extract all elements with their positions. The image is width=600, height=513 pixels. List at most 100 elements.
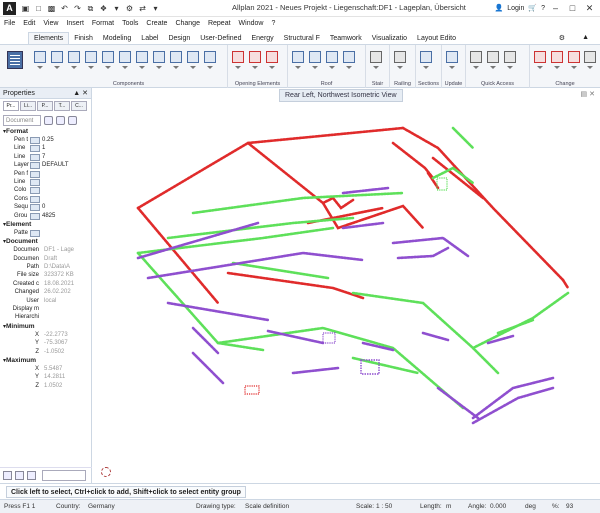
text-icon[interactable] (486, 49, 500, 69)
format-value[interactable]: 0 (40, 203, 91, 211)
footer-select[interactable] (42, 470, 86, 481)
roof-plane-icon[interactable] (325, 49, 339, 69)
palette-dropdown-button[interactable] (4, 47, 26, 85)
document-value[interactable]: 26.02.202 (42, 288, 91, 296)
user-icon[interactable]: 👤 (495, 4, 504, 12)
maximum-row[interactable]: X 5.5487 (0, 365, 91, 373)
ribbon-collapse-icon[interactable]: ▲ (577, 32, 594, 44)
menu-insert[interactable]: Insert (62, 20, 88, 27)
document-value[interactable]: 18.08.2021 (42, 280, 91, 288)
pin-icon[interactable]: ▲ ✕ (73, 89, 88, 97)
filter-icon[interactable] (56, 115, 65, 125)
subtab-project[interactable]: P... (37, 101, 53, 111)
format-value[interactable]: 4825 (40, 212, 91, 220)
minimum-value[interactable]: -75.3067 (42, 339, 91, 347)
tab-teamwork[interactable]: Teamwork (325, 33, 367, 44)
element-row[interactable]: Patte (0, 229, 91, 237)
minimum-row[interactable]: Y -75.3067 (0, 339, 91, 347)
format-row[interactable]: Colo (0, 186, 91, 195)
menu-help[interactable]: ? (267, 20, 279, 27)
menu-tools[interactable]: Tools (118, 20, 142, 27)
recess-icon[interactable] (203, 49, 217, 69)
transfer-icon[interactable] (15, 471, 24, 480)
document-row[interactable]: Created c 18.08.2021 (0, 280, 91, 288)
section-minimum[interactable]: Minimum (0, 322, 91, 331)
new-icon[interactable]: □ (33, 3, 44, 14)
menu-format[interactable]: Format (88, 20, 118, 27)
minimum-value[interactable]: -22.2773 (42, 331, 91, 339)
tab-layout-editor[interactable]: Layout Edito (412, 33, 461, 44)
strip-footing-icon[interactable] (118, 49, 132, 69)
column-icon[interactable] (67, 49, 81, 69)
tab-user-defined[interactable]: User-Defined (195, 33, 246, 44)
document-value[interactable]: DF1 - Lage (42, 246, 91, 254)
stretch-icon[interactable] (550, 49, 564, 69)
chimney-icon[interactable] (186, 49, 200, 69)
format-row[interactable]: Line 7 (0, 153, 91, 161)
format-value[interactable] (40, 170, 91, 178)
format-row[interactable]: Cons (0, 195, 91, 203)
section-document[interactable]: Document (0, 237, 91, 246)
document-row[interactable]: Display m (0, 305, 91, 313)
save-icon[interactable]: ▩ (46, 3, 57, 14)
format-value[interactable]: 1 (40, 144, 91, 152)
delete-icon[interactable] (567, 49, 581, 69)
modify-icon[interactable] (533, 49, 547, 69)
menu-file[interactable]: File (0, 20, 19, 27)
wall-icon[interactable] (33, 49, 47, 69)
maximum-row[interactable]: Z 1.0502 (0, 382, 91, 390)
format-value[interactable] (40, 195, 91, 203)
maximum-value[interactable]: 14.2811 (42, 373, 91, 381)
tab-structural[interactable]: Structural F (279, 33, 325, 44)
convert-icon[interactable]: ⇄ (137, 3, 148, 14)
menu-edit[interactable]: Edit (19, 20, 39, 27)
document-value[interactable] (42, 305, 91, 313)
folder-icon[interactable] (27, 471, 36, 480)
tab-elements[interactable]: Elements (28, 32, 70, 44)
undo-icon[interactable]: ↶ (59, 3, 70, 14)
upstand-icon[interactable] (101, 49, 115, 69)
subtab-library[interactable]: Li... (20, 101, 36, 111)
section-maximum[interactable]: Maximum (0, 356, 91, 365)
format-row[interactable]: Line (0, 178, 91, 186)
railing-icon[interactable] (393, 49, 407, 69)
tab-modeling[interactable]: Modeling (98, 33, 136, 44)
window-opening-icon[interactable] (231, 49, 245, 69)
cart-icon[interactable]: 🛒 (528, 4, 537, 12)
document-row[interactable]: Path D:\Data\A (0, 263, 91, 271)
tab-finish[interactable]: Finish (69, 33, 98, 44)
drawing-viewport[interactable]: Rear Left, Northwest Isometric View ▤✕ (93, 88, 600, 483)
section-format[interactable]: Format (0, 127, 91, 136)
roof-covering-icon[interactable] (342, 49, 356, 69)
format-row[interactable]: Layer DEFAULT (0, 161, 91, 170)
menu-view[interactable]: View (39, 20, 62, 27)
close-button[interactable]: ✕ (583, 2, 596, 14)
document-row[interactable]: File size 323372 KB (0, 271, 91, 279)
redo-icon[interactable]: ↷ (72, 3, 83, 14)
document-row[interactable]: Documen DF1 - Lage (0, 246, 91, 254)
login-link[interactable]: Login (507, 5, 524, 12)
maximum-value[interactable]: 5.5487 (42, 365, 91, 373)
document-value[interactable]: local (42, 297, 91, 305)
document-value[interactable]: Draft (42, 255, 91, 263)
document-value[interactable]: 323372 KB (42, 271, 91, 279)
menu-create[interactable]: Create (142, 20, 171, 27)
format-row[interactable]: Grou 4825 (0, 212, 91, 220)
line-icon[interactable] (469, 49, 483, 69)
document-row[interactable]: Documen Draft (0, 255, 91, 263)
format-value[interactable] (40, 186, 91, 194)
menu-repeat[interactable]: Repeat (204, 20, 235, 27)
footing-icon[interactable] (135, 49, 149, 69)
document-row[interactable]: User local (0, 297, 91, 305)
status-country[interactable]: Germany (88, 503, 115, 510)
format-value[interactable]: 7 (40, 153, 91, 161)
beam-icon[interactable] (84, 49, 98, 69)
menu-change[interactable]: Change (171, 20, 204, 27)
minimum-row[interactable]: Z -1.0502 (0, 348, 91, 356)
maximize-button[interactable]: □ (566, 2, 579, 14)
subtab-connect[interactable]: C... (71, 101, 87, 111)
format-row[interactable]: Line 1 (0, 144, 91, 153)
format-value[interactable]: DEFAULT (40, 161, 91, 169)
match-icon[interactable] (583, 49, 597, 69)
subtab-properties[interactable]: Pr... (3, 101, 19, 111)
